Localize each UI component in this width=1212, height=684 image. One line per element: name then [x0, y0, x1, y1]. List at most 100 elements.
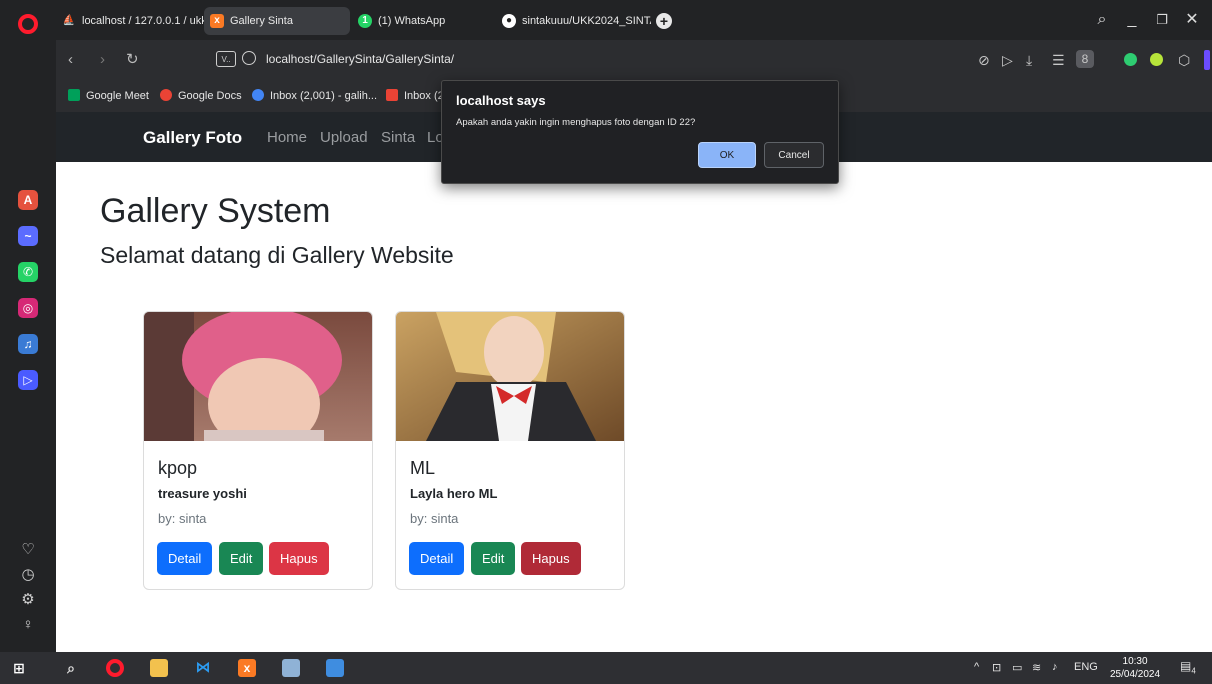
opera-logo-icon[interactable]: [18, 14, 38, 34]
paint-icon[interactable]: [326, 659, 344, 677]
reload-icon[interactable]: ↻: [126, 51, 139, 69]
tab-bar: ⛵ localhost / 127.0.0.1 / ukk x Gallery …: [56, 0, 1212, 40]
card-author: by: sinta: [158, 511, 207, 526]
github-icon: ●: [502, 14, 516, 28]
clock[interactable]: 10:30 25/04/2024: [1110, 655, 1160, 681]
tab-label: Gallery Sinta: [230, 15, 293, 27]
language-indicator[interactable]: ENG: [1074, 661, 1098, 673]
dialog-title: localhost says: [456, 93, 546, 108]
delete-button[interactable]: Hapus: [269, 542, 329, 575]
tab-whatsapp[interactable]: 1 (1) WhatsApp: [352, 7, 492, 35]
search-tabs-icon[interactable]: ⌕: [1092, 10, 1112, 30]
photos-icon[interactable]: [282, 659, 300, 677]
extension-icon[interactable]: [1150, 53, 1163, 66]
clock-time: 10:30: [1122, 656, 1148, 667]
send-icon[interactable]: ▷: [1002, 52, 1013, 68]
card-title: kpop: [158, 458, 198, 478]
sidebar: A ~ ✆ ◎ ♫ ▷ ♡ ◷ ⚙ ♀: [0, 0, 56, 652]
photo-thumbnail[interactable]: [396, 312, 624, 441]
bookmark-google-docs[interactable]: Google Docs: [160, 89, 242, 102]
tab-phpmyadmin[interactable]: ⛵ localhost / 127.0.0.1 / ukk: [56, 7, 204, 35]
edit-button[interactable]: Edit: [219, 542, 264, 575]
history-icon[interactable]: ◷: [20, 567, 36, 583]
vscode-icon[interactable]: ⋈: [194, 659, 212, 677]
address-bar: ‹ › ↻ V.. localhost/GallerySinta/Gallery…: [56, 40, 1212, 80]
messenger-icon[interactable]: ~: [18, 226, 38, 246]
lightbulb-icon[interactable]: ♀: [20, 617, 36, 633]
chevron-up-icon[interactable]: ^: [974, 661, 979, 673]
file-explorer-icon[interactable]: [150, 659, 168, 677]
cube-icon[interactable]: ⬡: [1178, 52, 1190, 68]
card-description: Layla hero ML: [410, 486, 498, 501]
confirm-dialog: localhost says Apakah anda yakin ingin m…: [441, 80, 839, 184]
profile-icon[interactable]: 8: [1076, 50, 1094, 68]
nav-link-home[interactable]: Home: [267, 129, 307, 146]
instagram-icon[interactable]: ◎: [18, 298, 38, 318]
edit-button[interactable]: Edit: [471, 542, 516, 575]
volume-icon[interactable]: ♪: [1052, 661, 1058, 673]
page-subtitle: Selamat datang di Gallery Website: [100, 242, 454, 268]
meet-icon[interactable]: ⊡: [992, 661, 1001, 674]
photo-thumbnail[interactable]: [144, 312, 372, 441]
card-title: ML: [410, 458, 436, 478]
gmail-icon: [386, 89, 398, 101]
forward-icon[interactable]: ›: [100, 51, 105, 69]
notification-icon[interactable]: ▤4: [1180, 659, 1196, 675]
taskbar: ⊞ ⌕ ⋈ x ^ ⊡ ▭ ≋ ♪ ENG 10:30 25/04/2024 ▤…: [0, 652, 1212, 684]
nav-link-upload[interactable]: Upload: [320, 129, 368, 146]
music-player-icon[interactable]: ♫: [18, 334, 38, 354]
url-input[interactable]: localhost/GallerySinta/GallerySinta/: [266, 52, 454, 66]
tab-github[interactable]: ● sintakuuu/UKK2024_SINTA: [496, 7, 651, 35]
gallery-card: ML Layla hero ML by: sinta Detail Edit H…: [395, 311, 625, 590]
card-author: by: sinta: [410, 511, 459, 526]
xampp-icon[interactable]: x: [238, 659, 256, 677]
bookmark-google-meet[interactable]: Google Meet: [68, 89, 149, 102]
back-icon[interactable]: ‹: [68, 51, 73, 69]
nav-link-sinta[interactable]: Sinta: [381, 129, 415, 146]
tab-label: sintakuuu/UKK2024_SINTA: [522, 15, 651, 27]
site-info-icon[interactable]: [242, 51, 256, 65]
clock-date: 25/04/2024: [1110, 669, 1161, 680]
close-icon[interactable]: ✕: [1182, 10, 1202, 30]
phpmyadmin-icon: ⛵: [62, 15, 76, 26]
whatsapp-icon[interactable]: ✆: [18, 262, 38, 282]
restore-icon[interactable]: ❐: [1152, 10, 1172, 30]
heart-icon[interactable]: ♡: [20, 542, 36, 558]
detail-button[interactable]: Detail: [157, 542, 213, 575]
detail-button[interactable]: Detail: [409, 542, 465, 575]
site-brand[interactable]: Gallery Foto: [143, 128, 242, 148]
easy-setup-icon[interactable]: ☰: [1052, 52, 1065, 68]
tab-label: localhost / 127.0.0.1 / ukk: [82, 15, 204, 27]
wifi-icon[interactable]: ≋: [1032, 661, 1041, 674]
gear-icon[interactable]: ⚙: [20, 592, 36, 608]
shield-icon[interactable]: ⊘: [978, 52, 990, 68]
notification-count: 4: [1191, 666, 1196, 676]
search-icon[interactable]: ⌕: [62, 659, 80, 677]
new-tab-button[interactable]: +: [656, 13, 672, 29]
opera-icon[interactable]: [106, 659, 124, 677]
battery-icon[interactable]: ▭: [1012, 661, 1022, 674]
vpn-badge-icon[interactable]: V..: [216, 51, 236, 67]
dialog-message: Apakah anda yakin ingin menghapus foto d…: [456, 117, 696, 128]
aria-icon[interactable]: A: [18, 190, 38, 210]
sidebar-toggle-icon[interactable]: [1204, 50, 1210, 70]
xampp-icon: x: [210, 14, 224, 28]
tab-gallery-sinta[interactable]: x Gallery Sinta: [204, 7, 350, 35]
whatsapp-icon: 1: [358, 14, 372, 28]
google-icon: [252, 89, 264, 101]
bookmark-inbox-2[interactable]: Inbox (2: [386, 89, 444, 102]
cancel-button[interactable]: Cancel: [764, 142, 824, 168]
delete-button[interactable]: Hapus: [521, 542, 581, 575]
player-icon[interactable]: ▷: [18, 370, 38, 390]
vpn-status-icon[interactable]: [1124, 53, 1137, 66]
google-icon: [160, 89, 172, 101]
tab-label: (1) WhatsApp: [378, 15, 446, 27]
minimize-icon[interactable]: _: [1122, 10, 1142, 30]
download-icon[interactable]: ⤓: [1026, 52, 1032, 68]
google-meet-icon: [68, 89, 80, 101]
windows-start-icon[interactable]: ⊞: [10, 659, 28, 677]
ok-button[interactable]: OK: [698, 142, 756, 168]
card-description: treasure yoshi: [158, 486, 247, 501]
bookmark-inbox-1[interactable]: Inbox (2,001) - galih...: [252, 89, 377, 102]
gallery-card: kpop treasure yoshi by: sinta Detail Edi…: [143, 311, 373, 590]
